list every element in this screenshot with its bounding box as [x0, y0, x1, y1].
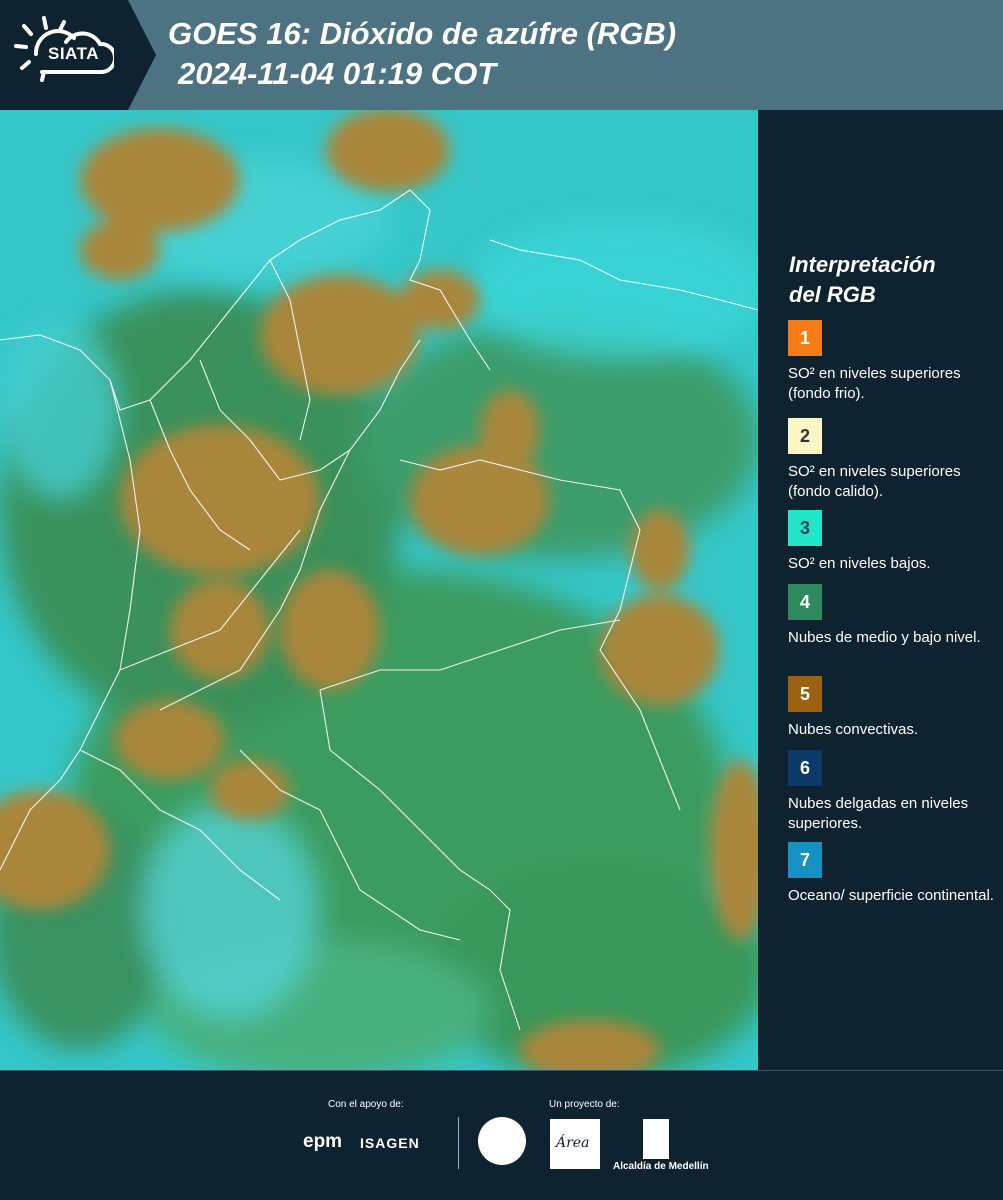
- epm-logo: epm: [303, 1131, 343, 1152]
- legend-label: Nubes convectivas.: [788, 721, 919, 738]
- footer-divider: [458, 1117, 459, 1169]
- legend-item-2: 2 SO² en niveles superiores (fondo calid…: [788, 418, 998, 502]
- legend-label: Nubes delgadas en niveles superiores.: [788, 795, 969, 832]
- university-seal-icon: [478, 1117, 526, 1165]
- header-bar: SIATA GOES 16: Dióxido de azúfre (RGB) 2…: [0, 0, 1003, 110]
- legend-title-line2: del RGB: [789, 282, 876, 307]
- page-title: GOES 16: Dióxido de azúfre (RGB) 2024-11…: [168, 14, 676, 94]
- legend-item-3: 3 SO² en niveles bajos.: [788, 510, 998, 574]
- support-label: Con el apoyo de:: [328, 1099, 404, 1110]
- satellite-map[interactable]: [0, 110, 758, 1070]
- area-logo-text: Área: [556, 1135, 590, 1151]
- legend-panel: Interpretación del RGB 1 SO² en niveles …: [760, 110, 1003, 1070]
- legend-item-4: 4 Nubes de medio y bajo nivel.: [788, 584, 998, 648]
- legend-label: SO² en niveles bajos.: [788, 555, 931, 572]
- alcaldia-shield-icon: [643, 1119, 669, 1159]
- satellite-image: [0, 110, 758, 1070]
- legend-item-1: 1 SO² en niveles superiores (fondo frio)…: [788, 320, 998, 404]
- title-product: GOES 16: Dióxido de azúfre (RGB): [168, 16, 677, 51]
- project-label: Un proyecto de:: [549, 1099, 620, 1110]
- legend-swatch: 7: [788, 842, 822, 878]
- isagen-logo: ISAGEN: [360, 1135, 420, 1151]
- legend-swatch: 1: [788, 320, 822, 356]
- legend-label: Oceano/ superficie continental.: [788, 887, 994, 904]
- title-timestamp: 2024-11-04 01:19 COT: [178, 56, 497, 91]
- legend-label: SO² en niveles superiores (fondo calido)…: [788, 463, 961, 500]
- legend-label: SO² en niveles superiores (fondo frio).: [788, 365, 961, 402]
- legend-item-5: 5 Nubes convectivas.: [788, 676, 998, 740]
- legend-swatch: 5: [788, 676, 822, 712]
- legend-item-6: 6 Nubes delgadas en niveles superiores.: [788, 750, 998, 834]
- legend-swatch: 3: [788, 510, 822, 546]
- legend-swatch: 4: [788, 584, 822, 620]
- alcaldia-logo-text: Alcaldía de Medellín: [613, 1161, 709, 1172]
- legend-swatch: 6: [788, 750, 822, 786]
- legend-title: Interpretación del RGB: [789, 250, 989, 310]
- legend-title-line1: Interpretación: [789, 252, 936, 277]
- logo-arrow: [128, 0, 156, 110]
- legend-label: Nubes de medio y bajo nivel.: [788, 629, 981, 646]
- logo-text: SIATA: [48, 44, 99, 63]
- footer: Con el apoyo de: Un proyecto de: epm ISA…: [0, 1070, 1003, 1200]
- legend-item-7: 7 Oceano/ superficie continental.: [788, 842, 998, 906]
- siata-logo: SIATA: [0, 0, 128, 110]
- legend-swatch: 2: [788, 418, 822, 454]
